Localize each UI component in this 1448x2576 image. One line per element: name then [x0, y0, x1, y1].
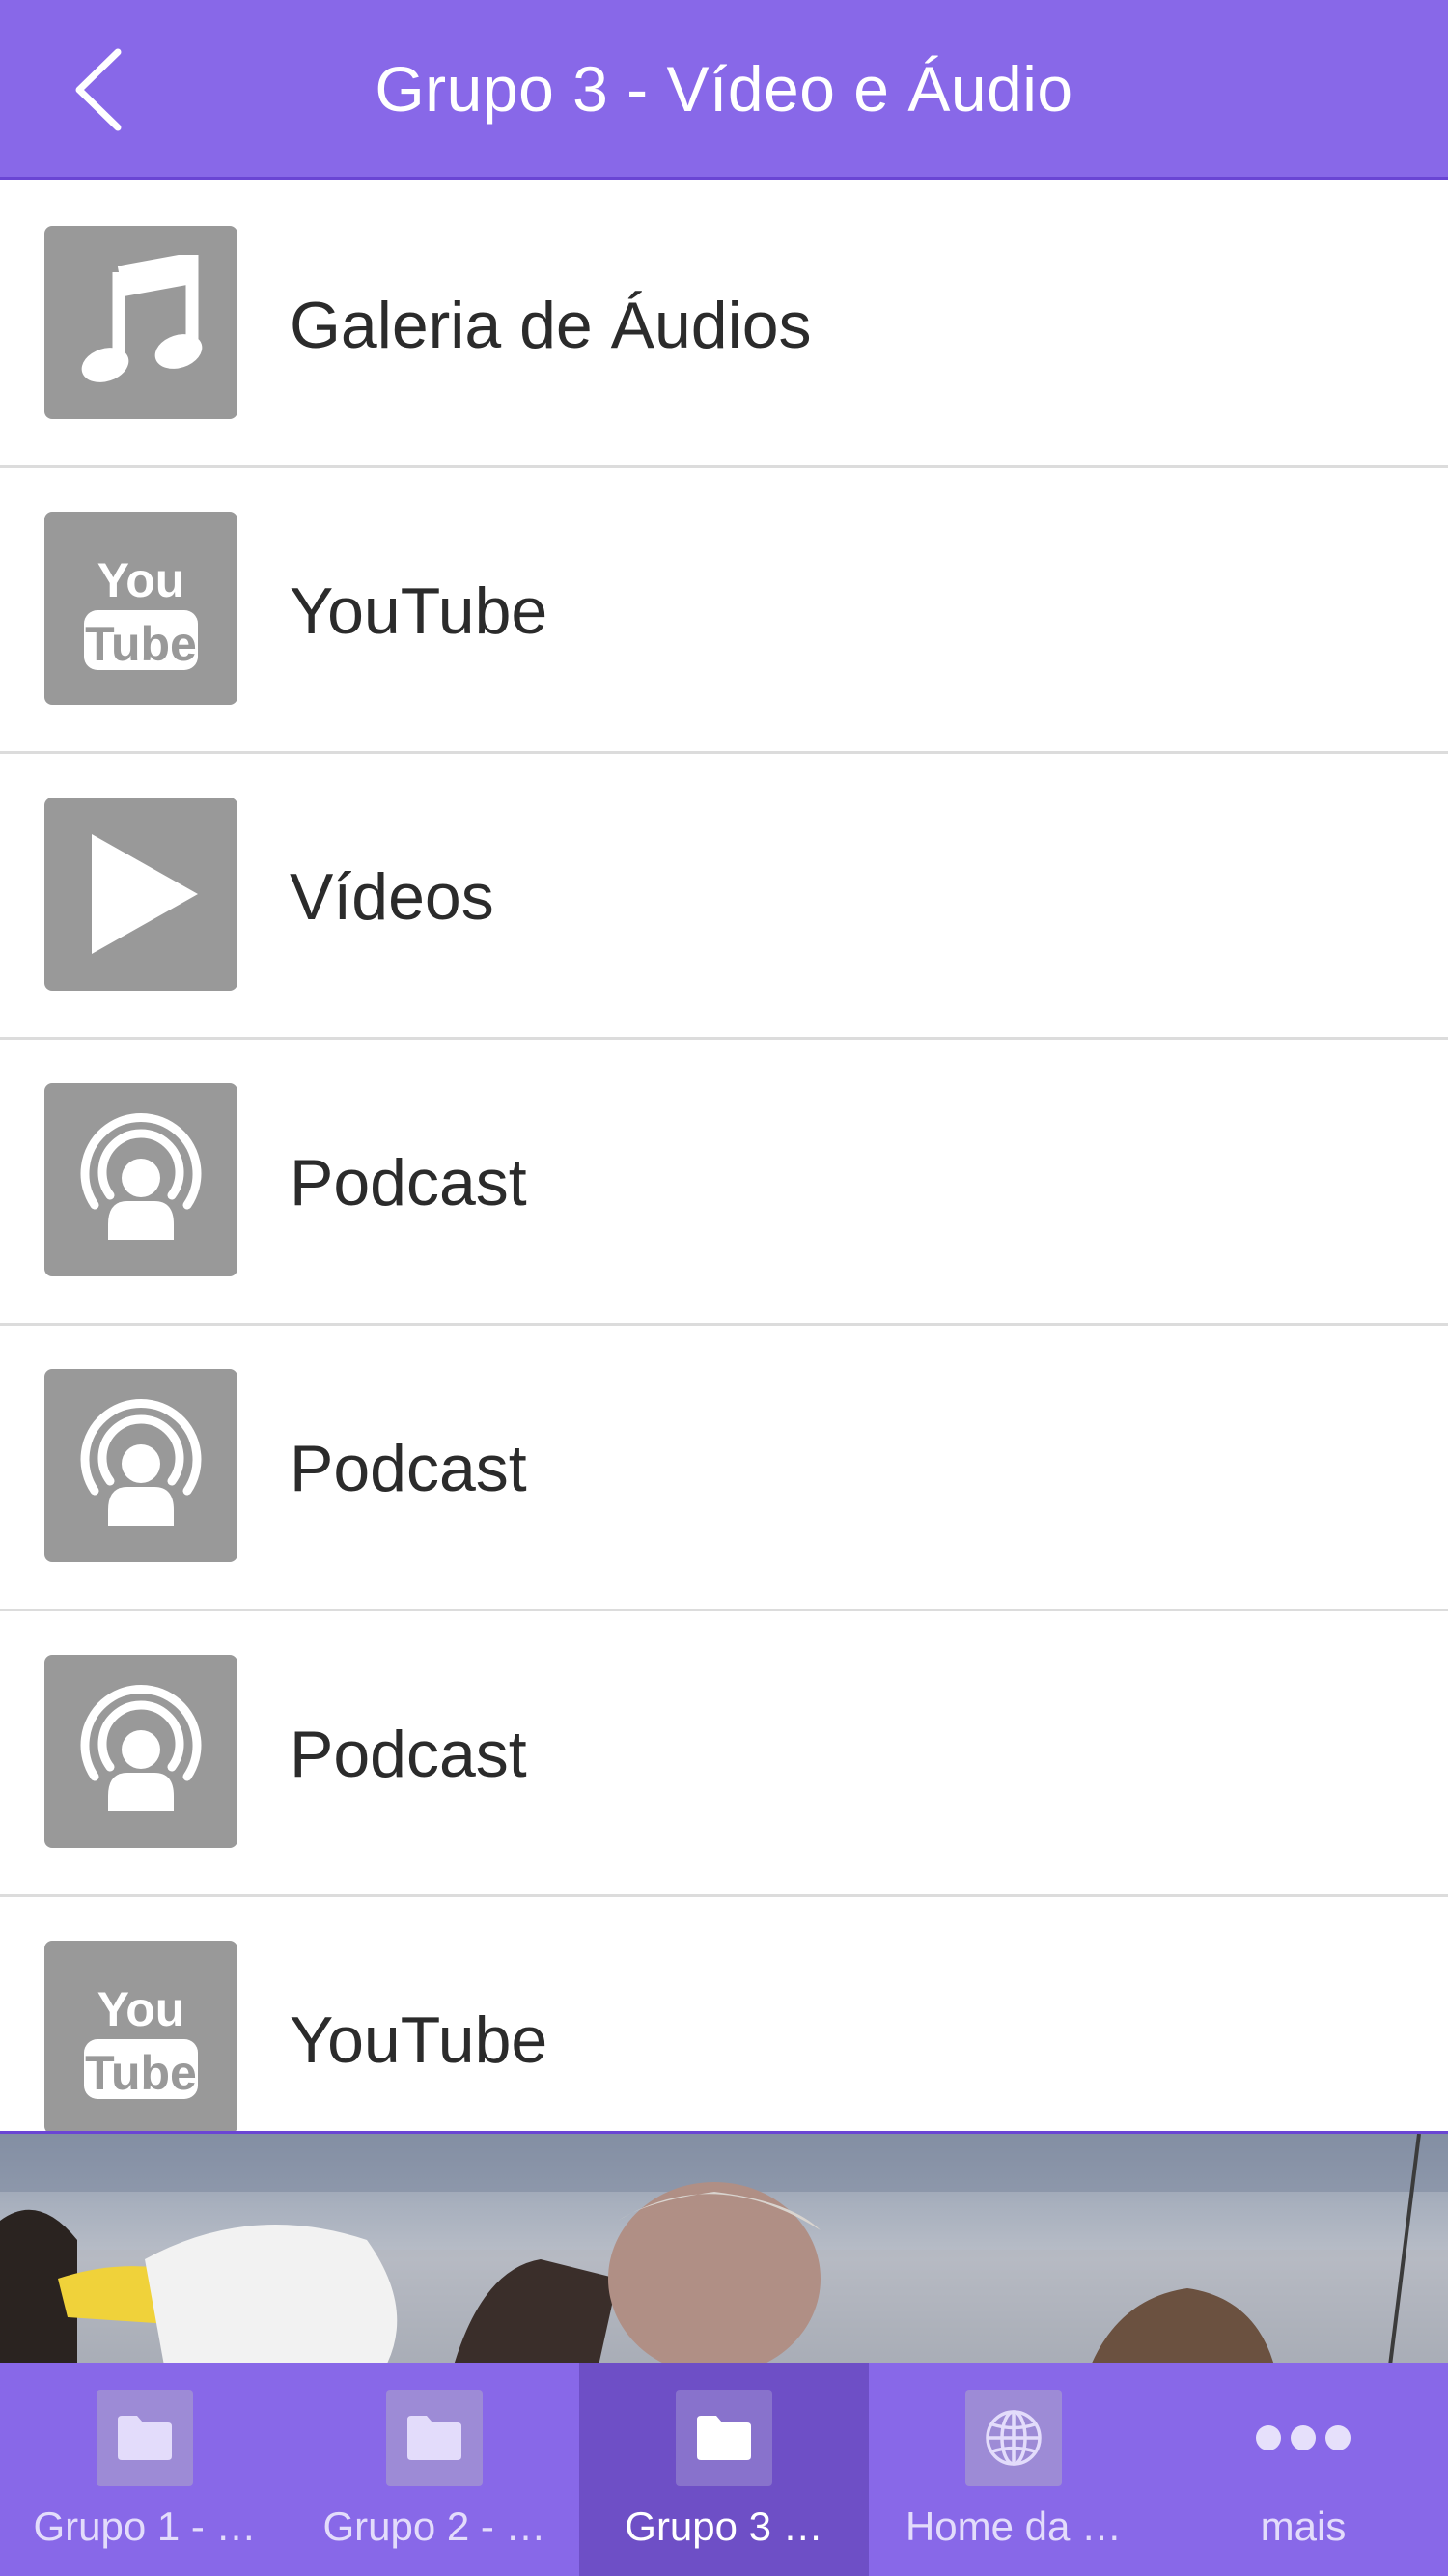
globe-icon [965, 2390, 1062, 2486]
list-item-label: Vídeos [290, 860, 494, 934]
tab-grupo-3[interactable]: Grupo 3 … [579, 2363, 869, 2576]
svg-text:You: You [97, 1982, 185, 2036]
podcast-icon [44, 1369, 237, 1562]
tab-label: Grupo 2 - … [322, 2504, 546, 2549]
folder-icon [676, 2390, 772, 2486]
list-item-label: Podcast [290, 1718, 527, 1791]
play-icon [44, 798, 237, 991]
tab-label: Home da … [905, 2504, 1123, 2549]
list-item-label: YouTube [290, 2003, 548, 2077]
folder-icon [97, 2390, 193, 2486]
tab-grupo-1[interactable]: Grupo 1 - … [0, 2363, 290, 2576]
banner-image [0, 2131, 1448, 2363]
tab-label: mais [1260, 2504, 1347, 2549]
list-item-label: YouTube [290, 574, 548, 648]
more-dots-icon [1255, 2390, 1351, 2486]
list-item-podcast[interactable]: Podcast [0, 1611, 1448, 1897]
list-item-label: Podcast [290, 1432, 527, 1505]
music-note-icon [44, 226, 237, 419]
tab-label: Grupo 1 - … [33, 2504, 257, 2549]
page-title: Grupo 3 - Vídeo e Áudio [375, 52, 1073, 125]
tab-mais[interactable]: mais [1158, 2363, 1448, 2576]
content-list: Galeria de Áudios You Tube YouTube Vídeo… [0, 182, 1448, 2131]
list-item-videos[interactable]: Vídeos [0, 754, 1448, 1040]
svg-text:You: You [97, 553, 185, 607]
tab-grupo-2[interactable]: Grupo 2 - … [290, 2363, 579, 2576]
youtube-icon: You Tube [44, 512, 237, 705]
svg-text:Tube: Tube [85, 2046, 197, 2100]
tab-bar: Grupo 1 - … Grupo 2 - … Grupo 3 … Home d… [0, 2363, 1448, 2576]
list-item-youtube[interactable]: You Tube YouTube [0, 468, 1448, 754]
podcast-icon [44, 1655, 237, 1848]
youtube-icon: You Tube [44, 1941, 237, 2131]
list-item-label: Podcast [290, 1146, 527, 1219]
folder-icon [386, 2390, 483, 2486]
tab-home[interactable]: Home da … [869, 2363, 1158, 2576]
list-item-youtube[interactable]: You Tube YouTube [0, 1897, 1448, 2131]
list-item-podcast[interactable]: Podcast [0, 1326, 1448, 1611]
back-button[interactable] [68, 39, 174, 141]
podcast-icon [44, 1083, 237, 1276]
list-item-galeria-audios[interactable]: Galeria de Áudios [0, 182, 1448, 468]
svg-text:Tube: Tube [85, 617, 197, 671]
list-item-podcast[interactable]: Podcast [0, 1040, 1448, 1326]
tab-label: Grupo 3 … [625, 2504, 823, 2549]
chevron-left-icon [75, 48, 122, 131]
list-item-label: Galeria de Áudios [290, 289, 812, 362]
app-header: Grupo 3 - Vídeo e Áudio [0, 0, 1448, 180]
